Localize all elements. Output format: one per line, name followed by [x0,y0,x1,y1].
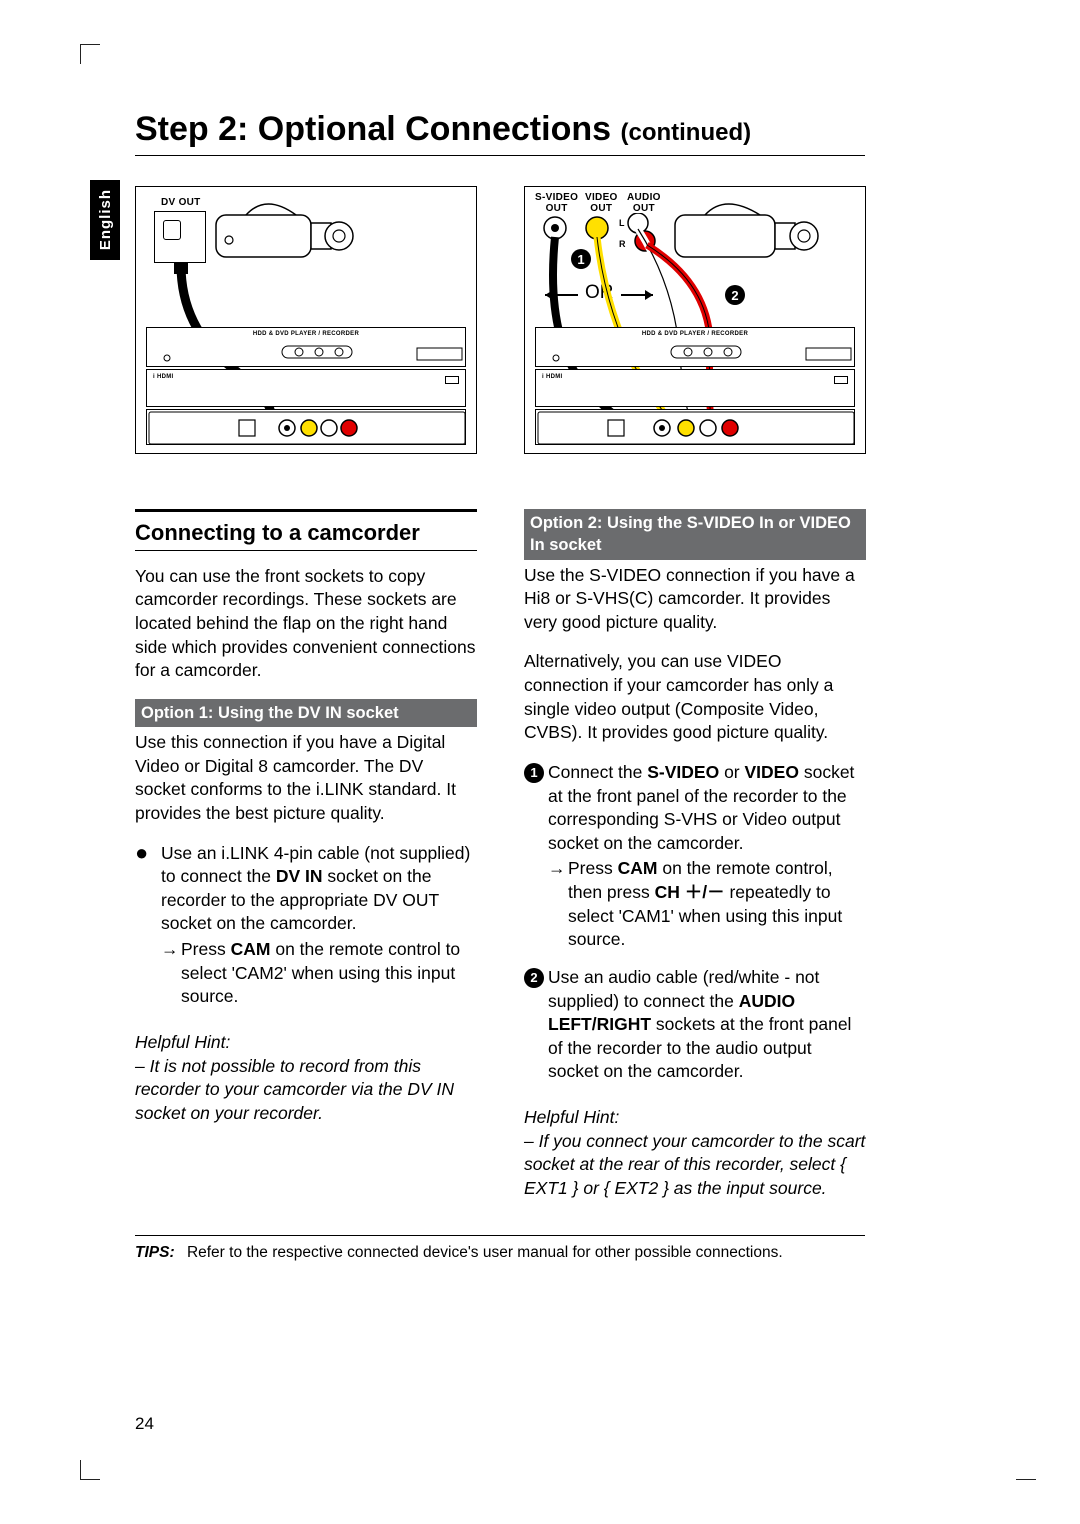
right-column: Option 2: Using the S-VIDEO In or VIDEO … [524,509,866,1201]
page-content: Step 2: Optional Connections (continued)… [85,0,1005,1262]
tips-text: Refer to the respective connected device… [187,1244,783,1261]
content-columns: Connecting to a camcorder You can use th… [135,509,1005,1201]
step-text: Connect the S-VIDEO or VIDEO socket at t… [544,761,866,952]
section-heading: Connecting to a camcorder [135,518,477,548]
diagram-svideo-connection: S-VIDEO OUT VIDEO OUT AUDIO OUT L R OR [524,186,866,454]
recorder-top: HDD & DVD PLAYER / RECORDER [146,327,466,367]
option2-paragraph2: Alternatively, you can use VIDEO connect… [524,650,866,745]
step-number-icon: 2 [524,968,544,988]
sub-step: Press CAM on the remote control to selec… [161,938,477,1009]
title-rule [135,155,865,156]
diagram-row: DV OUT HDD & DVD PLAYER / [135,186,1005,454]
helpful-hint: Helpful Hint: – It is not possible to re… [135,1031,477,1126]
option1-heading: Option 1: Using the DV IN socket [135,699,477,727]
recorder-middle: i HDMI [535,369,855,407]
option1-bullet: ● Use an i.LINK 4-pin cable (not supplie… [135,842,477,1009]
step-text: Use an audio cable (red/white - not supp… [544,966,866,1084]
left-column: Connecting to a camcorder You can use th… [135,509,477,1201]
step-number-icon: 1 [524,763,544,783]
tips-label: TIPS: [135,1244,175,1261]
sub-step: Press CAM on the remote control, then pr… [548,857,866,952]
option2-heading: Option 2: Using the S-VIDEO In or VIDEO … [524,509,866,560]
option2-paragraph1: Use the S-VIDEO connection if you have a… [524,564,866,635]
option1-paragraph: Use this connection if you have a Digita… [135,731,477,826]
recorder-front-panel [535,409,855,445]
step-1: 1 Connect the S-VIDEO or VIDEO socket at… [524,761,866,952]
bullet-text: Use an i.LINK 4-pin cable (not supplied)… [157,842,477,1009]
diagram-dv-connection: DV OUT HDD & DVD PLAYER / [135,186,477,454]
bullet-icon: ● [135,842,157,1009]
recorder-top: HDD & DVD PLAYER / RECORDER [535,327,855,367]
crop-mark [80,1460,100,1480]
recorder-front-panel [146,409,466,445]
page-title: Step 2: Optional Connections (continued) [135,110,1005,149]
recorder-middle: i HDMI [146,369,466,407]
helpful-hint: Helpful Hint: – If you connect your camc… [524,1106,866,1201]
intro-paragraph: You can use the front sockets to copy ca… [135,565,477,683]
tips-footer: TIPS: Refer to the respective connected … [135,1235,865,1262]
page-number: 24 [135,1414,154,1434]
crop-mark [1016,1460,1036,1480]
step-2: 2 Use an audio cable (red/white - not su… [524,966,866,1084]
